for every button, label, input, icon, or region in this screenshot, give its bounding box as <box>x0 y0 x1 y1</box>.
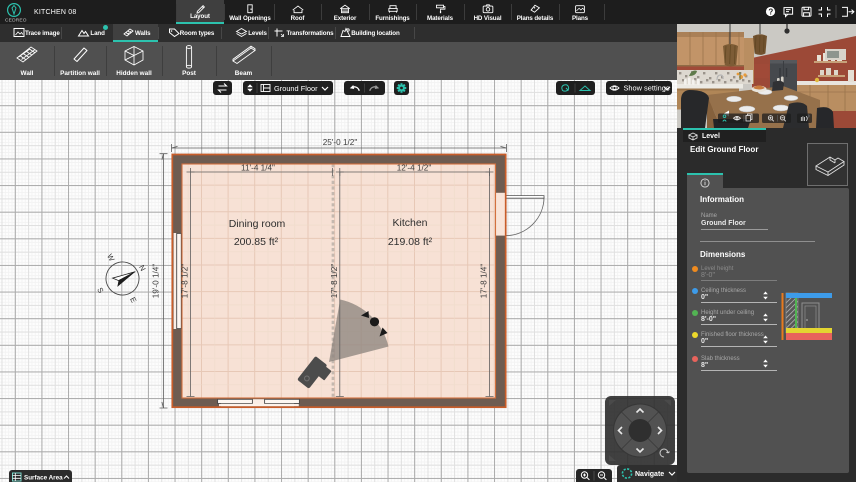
svg-text:11'-4 1/4": 11'-4 1/4" <box>241 164 275 173</box>
svg-text:Navigate: Navigate <box>635 471 664 478</box>
svg-text:Dining room: Dining room <box>229 218 286 230</box>
svg-text:S: S <box>95 286 105 295</box>
svg-text:Show settings: Show settings <box>623 83 669 92</box>
svg-text:25'-0 1/2": 25'-0 1/2" <box>323 138 358 147</box>
svg-text:19'-0 1/4": 19'-0 1/4" <box>152 264 161 299</box>
svg-text:W: W <box>105 252 117 263</box>
svg-text:219.08 ft²: 219.08 ft² <box>388 236 433 248</box>
svg-text:Surface Area: Surface Area <box>24 475 63 482</box>
svg-text:12'-4 1/2": 12'-4 1/2" <box>397 164 432 173</box>
svg-text:Kitchen: Kitchen <box>392 217 427 229</box>
svg-text:17'-8 1/2": 17'-8 1/2" <box>330 264 339 299</box>
svg-text:17'-8 1/2": 17'-8 1/2" <box>181 264 190 299</box>
svg-text:200.85 ft²: 200.85 ft² <box>234 236 279 248</box>
svg-text:17'-8 1/4": 17'-8 1/4" <box>480 264 489 299</box>
svg-text:Ground Floor: Ground Floor <box>274 84 318 93</box>
svg-text:N: N <box>137 263 147 272</box>
svg-text:E: E <box>128 296 138 305</box>
svg-text:?: ? <box>768 7 773 16</box>
svg-text:CEDREO: CEDREO <box>5 18 27 24</box>
